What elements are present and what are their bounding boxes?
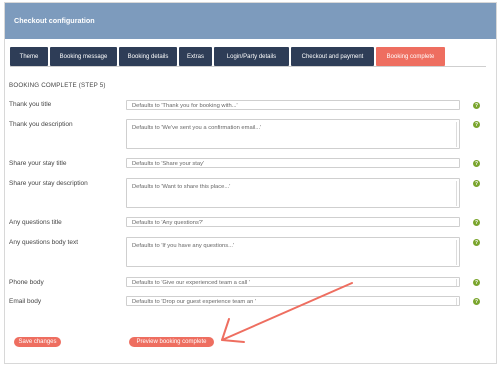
any-questions-body-label: Any questions body text (9, 239, 79, 246)
help-icon[interactable]: ? (473, 239, 480, 246)
panel-header: Checkout configuration (5, 3, 496, 39)
help-icon[interactable]: ? (473, 298, 480, 305)
help-icon[interactable]: ? (473, 180, 480, 187)
thank-you-description-label: Thank you description (9, 121, 73, 128)
textarea-scrollbar[interactable] (456, 181, 457, 206)
input-scrollbar[interactable] (456, 279, 457, 286)
phone-body-placeholder: Defaults to 'Give our experienced team a… (132, 279, 250, 286)
tab-theme[interactable]: Theme (10, 47, 48, 66)
tab-bar: Theme Booking message Booking details Ex… (10, 47, 445, 66)
thank-you-description-placeholder: Defaults to 'We've sent you a confirmati… (132, 125, 262, 131)
help-icon[interactable]: ? (473, 121, 480, 128)
any-questions-title-placeholder: Defaults to 'Any questions?' (132, 219, 204, 226)
tab-booking-complete[interactable]: Booking complete (376, 47, 445, 66)
help-icon[interactable]: ? (473, 219, 480, 226)
email-body-input[interactable]: Defaults to 'Drop our guest experience t… (126, 296, 460, 306)
email-body-label: Email body (9, 298, 42, 305)
share-your-stay-title-label: Share your stay title (9, 160, 67, 167)
any-questions-body-placeholder: Defaults to 'If you have any questions..… (132, 243, 235, 249)
share-your-stay-title-input[interactable]: Defaults to 'Share your stay' (126, 158, 460, 168)
help-icon[interactable]: ? (473, 102, 480, 109)
email-body-placeholder: Defaults to 'Drop our guest experience t… (132, 298, 257, 305)
any-questions-title-input[interactable]: Defaults to 'Any questions?' (126, 217, 460, 227)
tab-divider (10, 66, 486, 67)
thank-you-title-placeholder: Defaults to 'Thank you for booking with.… (132, 102, 238, 109)
textarea-scrollbar[interactable] (456, 122, 457, 147)
section-title: BOOKING COMPLETE (STEP 5) (9, 82, 106, 89)
share-your-stay-description-placeholder: Defaults to 'Want to share this place...… (132, 184, 231, 190)
phone-body-input[interactable]: Defaults to 'Give our experienced team a… (126, 277, 460, 287)
share-your-stay-description-label: Share your stay description (9, 180, 88, 187)
any-questions-title-label: Any questions title (9, 219, 62, 226)
help-icon[interactable]: ? (473, 279, 480, 286)
phone-body-label: Phone body (9, 279, 44, 286)
input-scrollbar[interactable] (456, 298, 457, 305)
thank-you-description-textarea[interactable]: Defaults to 'We've sent you a confirmati… (126, 119, 460, 149)
tab-extras[interactable]: Extras (179, 47, 212, 66)
any-questions-body-textarea[interactable]: Defaults to 'If you have any questions..… (126, 237, 460, 267)
thank-you-title-label: Thank you title (9, 101, 52, 108)
thank-you-title-input[interactable]: Defaults to 'Thank you for booking with.… (126, 100, 460, 110)
textarea-scrollbar[interactable] (456, 240, 457, 265)
tab-booking-details[interactable]: Booking details (119, 47, 177, 66)
share-your-stay-title-placeholder: Defaults to 'Share your stay' (132, 160, 205, 167)
page-title: Checkout configuration (14, 16, 95, 25)
tab-checkout-and-payment[interactable]: Checkout and payment (291, 47, 374, 66)
help-icon[interactable]: ? (473, 160, 480, 167)
preview-booking-complete-button[interactable]: Preview booking complete (129, 337, 214, 347)
tab-login-party-details[interactable]: Login/Party details (214, 47, 289, 66)
save-changes-button[interactable]: Save changes (14, 337, 61, 347)
tab-booking-message[interactable]: Booking message (50, 47, 117, 66)
share-your-stay-description-textarea[interactable]: Defaults to 'Want to share this place...… (126, 178, 460, 208)
